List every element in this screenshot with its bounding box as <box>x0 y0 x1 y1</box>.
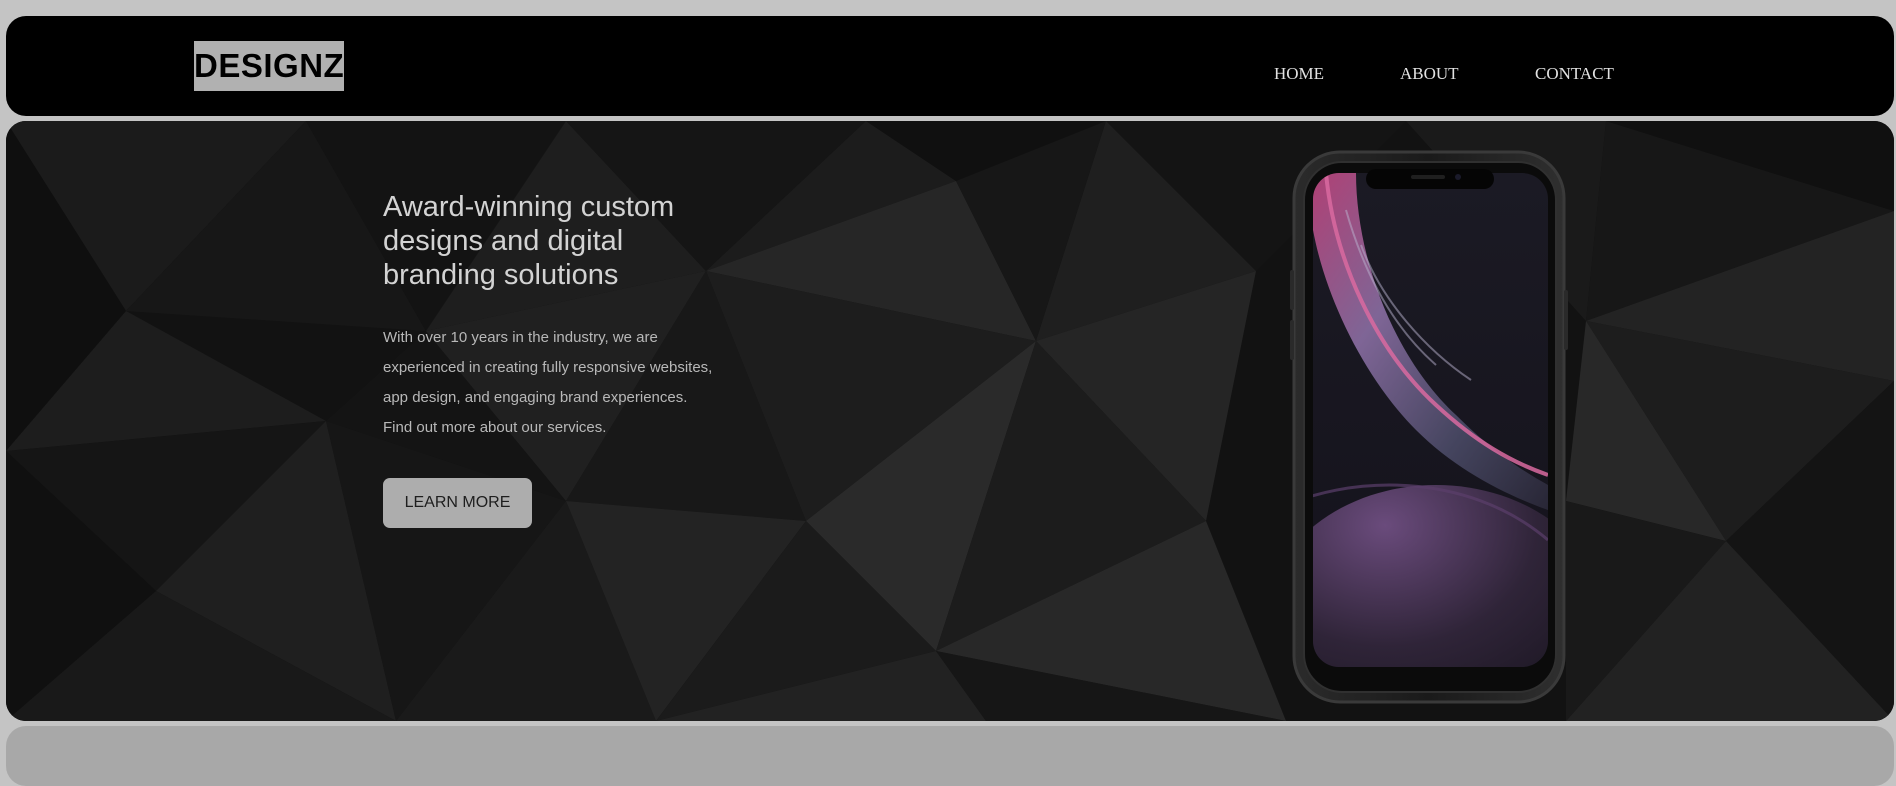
hero-headline: Award-winning custom designs and digital… <box>383 191 675 291</box>
main-nav: HOME ABOUT CONTACT <box>6 62 1894 86</box>
next-section-peek <box>6 726 1894 786</box>
hero-section: Award-winning custom designs and digital… <box>6 121 1894 721</box>
hero-polygon-background <box>6 121 1894 721</box>
nav-home-link[interactable]: HOME <box>1274 62 1324 86</box>
hero-description: With over 10 years in the industry, we a… <box>383 329 713 436</box>
learn-more-button[interactable]: LEARN MORE <box>383 478 532 528</box>
site-header: DESIGNZ HOME ABOUT CONTACT <box>6 16 1894 116</box>
nav-about-link[interactable]: ABOUT <box>1400 62 1459 86</box>
phone-mockup-image <box>1290 150 1568 704</box>
nav-contact-link[interactable]: CONTACT <box>1535 62 1614 86</box>
